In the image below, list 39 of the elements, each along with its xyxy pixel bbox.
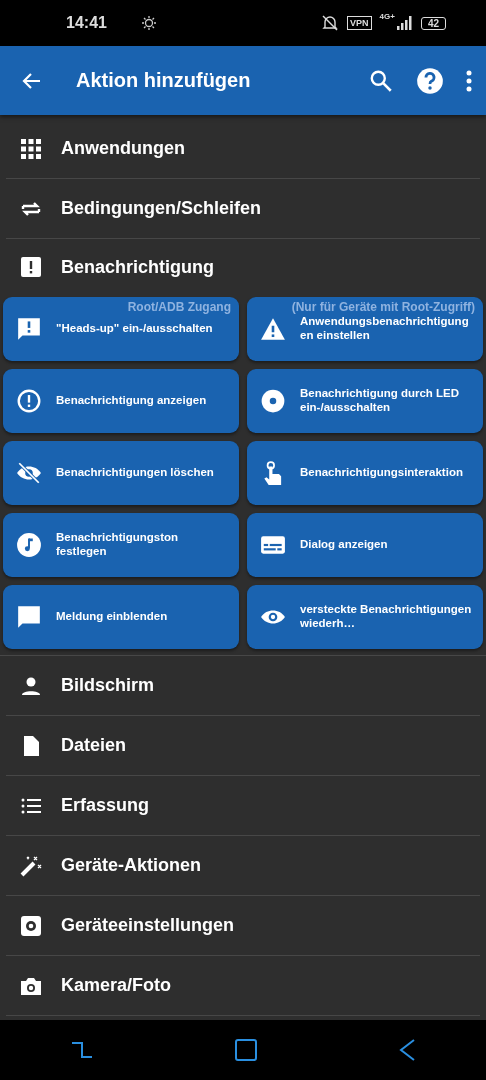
category-item[interactable]: Dateien bbox=[6, 716, 480, 776]
screen-title: Aktion hinzufügen bbox=[76, 69, 252, 92]
music-note-icon bbox=[16, 532, 42, 558]
action-tile[interactable]: Root/ADB Zugang "Heads-up" ein-/ausschalten bbox=[3, 297, 239, 361]
category-item[interactable]: Bildschirm bbox=[6, 656, 480, 716]
eye-off-icon bbox=[16, 460, 42, 486]
category-item[interactable]: Bedingungen/Schleifen bbox=[6, 179, 480, 239]
exclamation-icon bbox=[19, 255, 43, 279]
action-tile[interactable]: (Nur für Geräte mit Root-Zugriff) Anwendungsbenachrichtigungen einstellen bbox=[247, 297, 483, 361]
alert-circle-icon bbox=[16, 388, 42, 414]
warning-icon bbox=[260, 316, 286, 342]
message-alert-icon bbox=[16, 316, 42, 342]
action-tile[interactable]: Meldung einblenden bbox=[3, 585, 239, 649]
category-item[interactable]: Kamera/Foto bbox=[6, 956, 480, 1016]
category-item[interactable]: Geräteeinstellungen bbox=[6, 896, 480, 956]
category-item[interactable]: Erfassung bbox=[6, 776, 480, 836]
home-icon bbox=[234, 1038, 258, 1062]
network-label: 4G+ bbox=[379, 12, 395, 21]
vpn-indicator: VPN bbox=[347, 16, 372, 30]
brightness-icon bbox=[140, 15, 157, 31]
message-icon bbox=[16, 604, 42, 630]
signal-icon bbox=[396, 16, 413, 30]
grid-icon bbox=[19, 136, 43, 161]
more-options-button[interactable] bbox=[466, 68, 472, 93]
action-tile[interactable]: Benachrichtigungen löschen bbox=[3, 441, 239, 505]
action-tile[interactable]: Benachrichtigung durch LED ein-/ausschalten bbox=[247, 369, 483, 433]
category-item[interactable]: Anwendungen bbox=[6, 119, 480, 179]
help-button[interactable] bbox=[416, 66, 444, 95]
disc-icon bbox=[260, 388, 286, 414]
battery-indicator: 42 bbox=[420, 16, 446, 30]
action-tile[interactable]: Dialog anzeigen bbox=[247, 513, 483, 577]
action-tile[interactable]: Benachrichtigungston festlegen bbox=[3, 513, 239, 577]
action-tile[interactable]: Benachrichtigung anzeigen bbox=[3, 369, 239, 433]
action-tile[interactable]: Benachrichtigungsinteraktion bbox=[247, 441, 483, 505]
muted-bell-icon bbox=[321, 14, 339, 32]
category-item[interactable]: Benachrichtigung bbox=[6, 239, 480, 295]
status-time: 14:41 bbox=[66, 14, 107, 32]
action-tile[interactable]: versteckte Benachrichtigungen wiederh… bbox=[247, 585, 483, 649]
category-item[interactable]: Geräte-Aktionen bbox=[6, 836, 480, 896]
